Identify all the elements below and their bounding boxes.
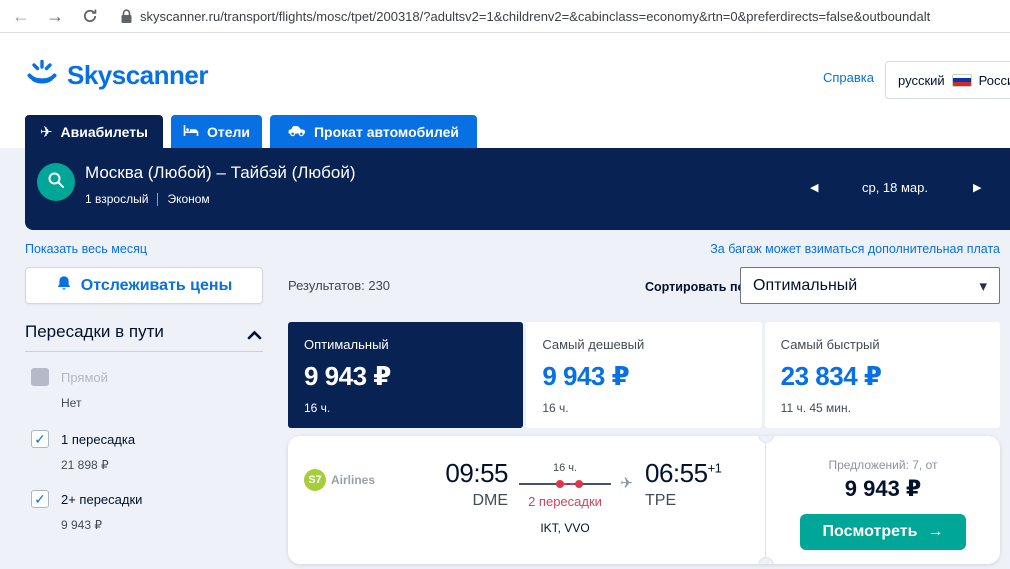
checkbox-direct-disabled (31, 368, 49, 386)
sort-tab-duration: 16 ч. (542, 401, 745, 415)
tab-car-rental[interactable]: Прокат автомобилей (270, 115, 477, 148)
sort-tab-label: Самый быстрый (781, 337, 984, 352)
sort-tab-cheapest[interactable]: Самый дешевый 9 943 ₽ 16 ч. (526, 322, 761, 428)
bed-icon (183, 124, 199, 140)
offer-price: 9 943 ₽ (766, 476, 1000, 502)
filter-option-price: 21 898 ₽ (61, 458, 109, 472)
view-deal-label: Посмотреть (823, 523, 918, 541)
sort-tab-price: 23 834 ₽ (781, 361, 984, 392)
browser-back-icon[interactable]: ← (12, 0, 30, 33)
lock-icon (120, 9, 133, 29)
tab-flights[interactable]: ✈ Авиабилеты (25, 115, 163, 148)
skyscanner-results-page: ← → skyscanner.ru/transport/flights/mosc… (0, 0, 1010, 569)
sort-select[interactable]: Оптимальный ▾ (740, 267, 1000, 304)
car-icon (288, 124, 306, 140)
browser-forward-icon[interactable]: → (46, 0, 64, 33)
browser-reload-icon[interactable] (82, 8, 98, 29)
browser-toolbar: ← → skyscanner.ru/transport/flights/mosc… (0, 0, 1010, 33)
arrival-airport: TPE (645, 492, 721, 510)
flight-result-card[interactable]: S7 Airlines 09:55 DME 16 ч. ✈ 2 пересадк… (288, 436, 1000, 564)
checkbox-2plus-stops[interactable]: ✓ (31, 490, 49, 508)
search-icon (47, 171, 65, 194)
track-prices-label: Отслеживать цены (81, 277, 233, 295)
departure-block: 09:55 DME (436, 458, 508, 510)
filter-option-price: 9 943 ₽ (61, 518, 102, 532)
filter-option-label: 2+ пересадки (61, 492, 142, 507)
sort-by-label: Сортировать по (645, 280, 745, 294)
next-day-button[interactable]: ▶ (973, 181, 981, 194)
duration-label: 16 ч. (510, 462, 620, 474)
airline: S7 Airlines (304, 469, 375, 491)
departure-time: 09:55 (436, 458, 508, 489)
stop-airports: IKT, VVO (510, 521, 620, 535)
s7-airlines-logo: S7 (304, 469, 326, 491)
tab-hotels-label: Отели (207, 124, 250, 140)
filter-option-sub: Нет (61, 396, 81, 410)
offer-panel: Предложений: 7, от 9 943 ₽ Посмотреть → (766, 436, 1000, 564)
show-whole-month-link[interactable]: Показать весь месяц (25, 242, 147, 256)
arrival-block: 06:55+1 TPE (645, 458, 721, 510)
tab-hotels[interactable]: Отели (171, 115, 262, 148)
chevron-up-icon[interactable] (247, 327, 262, 345)
tab-flights-label: Авиабилеты (61, 124, 149, 140)
russia-flag-icon (952, 74, 972, 87)
plane-icon: ✈ (620, 474, 633, 492)
search-summary-bar: Москва (Любой) – Тайбэй (Любой) 1 взросл… (25, 148, 1010, 230)
sort-tab-price: 9 943 ₽ (304, 361, 507, 392)
checkbox-1-stop[interactable]: ✓ (31, 430, 49, 448)
sort-tab-duration: 11 ч. 45 мин. (781, 401, 984, 415)
sort-tab-best[interactable]: Оптимальный 9 943 ₽ 16 ч. (288, 322, 523, 428)
plane-icon: ✈ (40, 123, 53, 141)
previous-day-button[interactable]: ◀ (810, 181, 818, 194)
sort-tab-label: Самый дешевый (542, 337, 745, 352)
country-label: Россия (979, 73, 1010, 88)
arrival-day-offset: +1 (708, 460, 722, 475)
skyscanner-sun-icon (25, 58, 59, 93)
arrival-time: 06:55 (645, 458, 708, 488)
baggage-fee-note: За багаж может взиматься дополнительная … (710, 242, 1000, 256)
sort-tab-duration: 16 ч. (304, 401, 507, 415)
itinerary-middle: 16 ч. ✈ 2 пересадки IKT, VVO (510, 462, 620, 535)
skyscanner-logo[interactable]: Skyscanner (25, 58, 208, 93)
tab-car-rental-label: Прокат автомобилей (314, 124, 459, 140)
arrow-right-icon: → (927, 523, 943, 541)
sort-tab-label: Оптимальный (304, 337, 507, 352)
sort-tab-price: 9 943 ₽ (542, 361, 745, 392)
logo-wordmark: Skyscanner (67, 60, 208, 91)
language-selector[interactable]: русский Россия (885, 61, 1010, 99)
filter-option-label: Прямой (61, 370, 108, 385)
divider (157, 193, 158, 206)
bell-icon (56, 275, 72, 297)
sort-tab-fastest[interactable]: Самый быстрый 23 834 ₽ 11 ч. 45 мин. (765, 322, 1000, 428)
route-summary[interactable]: Москва (Любой) – Тайбэй (Любой) (85, 163, 356, 183)
offers-count: Предложений: 7, от (766, 458, 1000, 472)
airline-name: Airlines (331, 473, 375, 487)
cabin-label: Эконом (167, 192, 209, 206)
stops-count: 2 пересадки (510, 494, 620, 509)
view-deal-button[interactable]: Посмотреть → (800, 514, 966, 550)
stops-line: ✈ (519, 483, 611, 485)
search-button[interactable] (37, 163, 75, 201)
help-link[interactable]: Справка (823, 70, 874, 85)
site-header: Skyscanner Справка русский Россия (0, 34, 1010, 115)
departure-airport: DME (436, 492, 508, 510)
filter-option-label: 1 пересадка (61, 432, 135, 447)
results-count: Результатов: 230 (288, 278, 390, 293)
language-label: русский (898, 73, 945, 88)
caret-down-icon: ▾ (979, 277, 987, 295)
address-bar[interactable]: skyscanner.ru/transport/flights/mosc/tpe… (140, 0, 1008, 33)
product-tabs: ✈ Авиабилеты Отели Прокат автомобилей (25, 115, 477, 148)
date-label: ср, 18 мар. (825, 180, 965, 195)
trip-details: 1 взрослый Эконом (85, 192, 210, 206)
track-prices-button[interactable]: Отслеживать цены (25, 267, 263, 304)
stop-dot (575, 480, 583, 488)
passengers-label: 1 взрослый (85, 192, 148, 206)
sort-summary-tabs: Оптимальный 9 943 ₽ 16 ч. Самый дешевый … (288, 322, 1000, 428)
sort-select-value: Оптимальный (753, 277, 979, 295)
filter-section-title: Пересадки в пути (25, 322, 164, 342)
divider (25, 351, 263, 352)
